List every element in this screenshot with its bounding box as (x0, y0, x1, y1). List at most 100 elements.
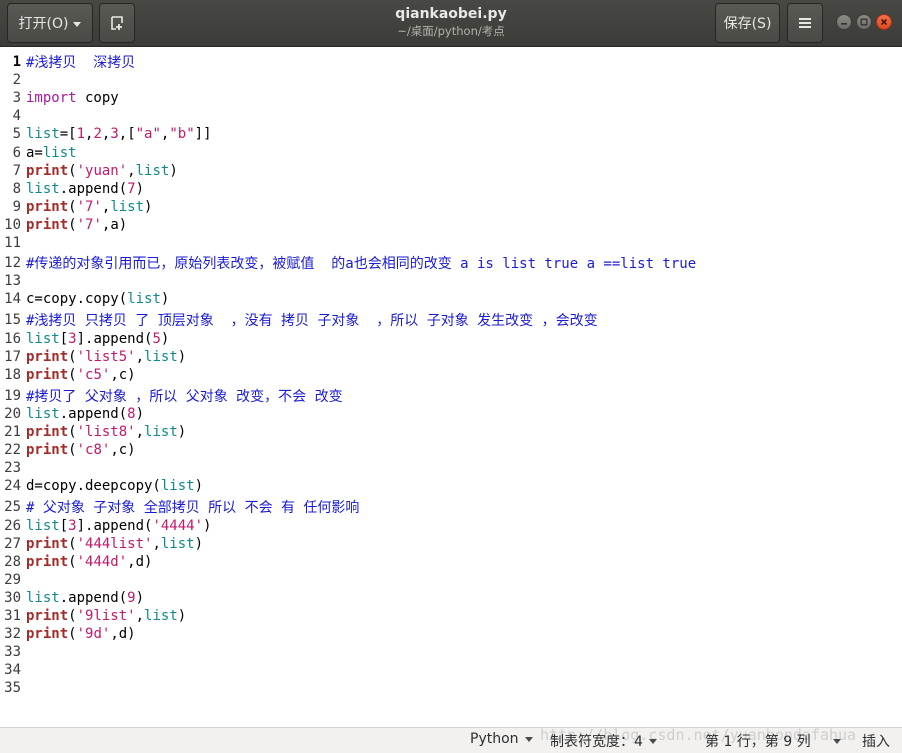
code-line[interactable]: 30 list.append(9) (0, 589, 144, 607)
window-controls (836, 14, 892, 30)
code-token: 8 (127, 405, 136, 422)
line-number: 30 (4, 589, 21, 606)
open-button[interactable]: 打开(O) (7, 3, 93, 43)
cursor-position-selector[interactable]: 第 1 行，第 9 列 (705, 731, 841, 751)
code-token: ,[ (118, 126, 136, 143)
code-token: ( (68, 535, 77, 552)
code-line[interactable]: 29 (0, 571, 26, 589)
code-line[interactable]: 10 print('7',a) (0, 216, 127, 234)
code-line[interactable]: 35 (0, 679, 26, 697)
code-line[interactable]: 7 print('yuan',list) (0, 162, 178, 180)
code-line[interactable]: 28 print('444d',d) (0, 553, 152, 571)
line-number: 21 (4, 424, 21, 440)
code-line[interactable]: 3 import copy (0, 89, 119, 107)
code-line[interactable]: 2 (0, 71, 26, 89)
code-line[interactable]: 21 print('list8',list) (0, 423, 186, 441)
code-token: list (26, 330, 60, 347)
code-line[interactable]: 23 (0, 459, 26, 477)
code-token: ,c) (110, 442, 136, 459)
code-line[interactable]: 5 list=[1,2,3,["a","b"]] (0, 125, 212, 143)
code-line[interactable]: 26 list[3].append('4444') (0, 517, 211, 535)
code-token: ) (194, 478, 204, 495)
code-token: print (26, 348, 69, 365)
code-token: print (26, 216, 69, 233)
code-token: print (26, 442, 69, 459)
code-line[interactable]: 34 (0, 661, 26, 679)
minimize-button[interactable] (836, 14, 852, 30)
code-line[interactable]: 4 (0, 107, 26, 125)
code-line[interactable]: 1 #浅拷贝 深拷贝 (0, 53, 136, 71)
maximize-button[interactable] (856, 14, 872, 30)
code-token: copy (76, 90, 119, 107)
code-line[interactable]: 15 #浅拷贝 只拷贝 了 顶层对象 ，没有 拷贝 子对象 ，所以 子对象 发生改… (0, 311, 597, 329)
code-token: list (26, 517, 60, 534)
code-token: print (26, 162, 69, 179)
code-line[interactable]: 19 #拷贝了 父对象 ，所以 父对象 改变，不会 改变 (0, 387, 343, 405)
code-token: '7' (76, 216, 102, 233)
line-number: 8 (12, 180, 21, 197)
code-line[interactable]: 13 (0, 272, 26, 290)
code-token: 'c8' (76, 442, 111, 459)
code-text: list.append(9) (26, 590, 144, 606)
code-line[interactable]: 9 print('7',list) (0, 198, 153, 216)
code-token: #拷贝了 父对象 ，所以 父对象 改变，不会 改变 (26, 388, 343, 405)
header-bar: 打开(O) qiankaobei.py ~/桌面/python/考点 保存(S) (0, 0, 902, 47)
code-text: list=[1,2,3,["a","b"]] (26, 126, 212, 142)
code-token: [ (59, 517, 69, 534)
code-line[interactable]: 33 (0, 643, 26, 661)
code-token: "a" (135, 126, 161, 143)
code-line[interactable]: 22 print('c8',c) (0, 441, 136, 459)
code-line[interactable]: 32 print('9d',d) (0, 625, 135, 643)
code-token: ( (68, 424, 77, 440)
close-button[interactable] (876, 14, 892, 30)
code-line[interactable]: 25 # 父对象 子对象 全部拷贝 所以 不会 有 任何影响 (0, 498, 359, 516)
code-text: print('444d',d) (26, 554, 152, 570)
code-token: ) (177, 424, 187, 440)
code-line[interactable]: 20 list.append(8) (0, 405, 144, 423)
code-text: print('c8',c) (26, 442, 136, 458)
code-token: c=copy.copy( (26, 291, 128, 308)
new-document-button[interactable] (99, 3, 135, 43)
code-line[interactable]: 16 list[3].append(5) (0, 330, 169, 348)
maximize-icon (860, 18, 868, 26)
code-token: .append( (59, 405, 128, 422)
code-token: 2 (93, 126, 102, 143)
code-line[interactable]: 27 print('444list',list) (0, 535, 203, 553)
code-token: '4444' (152, 517, 204, 534)
code-token: print (26, 626, 69, 643)
code-token: 'c5' (76, 366, 111, 383)
code-line[interactable]: 17 print('list5',list) (0, 348, 186, 366)
code-line[interactable]: 8 list.append(7) (0, 180, 144, 198)
save-button-label: 保存(S) (723, 16, 772, 32)
code-token: list (26, 126, 60, 143)
code-line[interactable]: 12 #传递的对象引用而已，原始列表改变，被赋值 的a也会相同的改变 a is l… (0, 254, 696, 272)
code-token: '9d' (76, 626, 111, 643)
line-number: 29 (4, 571, 21, 588)
code-line[interactable]: 14 c=copy.copy(list) (0, 290, 169, 308)
chevron-down-icon (648, 738, 657, 744)
line-number: 14 (4, 291, 21, 308)
language-selector[interactable]: Python (470, 731, 533, 747)
code-line[interactable]: 6 a=list (0, 144, 77, 162)
code-token: ) (135, 180, 145, 197)
line-number: 15 (4, 312, 21, 329)
code-text: print('c5',c) (26, 367, 136, 383)
code-token: ) (177, 608, 187, 624)
code-token: ) (160, 291, 170, 308)
code-line[interactable]: 11 (0, 234, 26, 252)
minimize-icon (841, 23, 847, 25)
code-editor[interactable]: 1 #浅拷贝 深拷贝 2 3 import copy 4 5 list=[1,2,3,["a"… (0, 47, 902, 727)
save-button[interactable]: 保存(S) (715, 3, 780, 43)
close-icon (880, 18, 888, 26)
insert-mode-indicator[interactable]: 插入 (862, 731, 890, 751)
code-token: list (42, 144, 77, 161)
code-line[interactable]: 24 d=copy.deepcopy(list) (0, 477, 203, 495)
line-number: 2 (12, 72, 21, 89)
tab-width-selector[interactable]: 制表符宽度：4 (550, 731, 657, 751)
line-number: 17 (4, 348, 21, 365)
menu-button[interactable] (787, 3, 823, 43)
code-line[interactable]: 31 print('9list',list) (0, 607, 186, 625)
line-number: 26 (4, 517, 21, 534)
code-line[interactable]: 18 print('c5',c) (0, 366, 136, 384)
line-number: 33 (4, 644, 21, 661)
